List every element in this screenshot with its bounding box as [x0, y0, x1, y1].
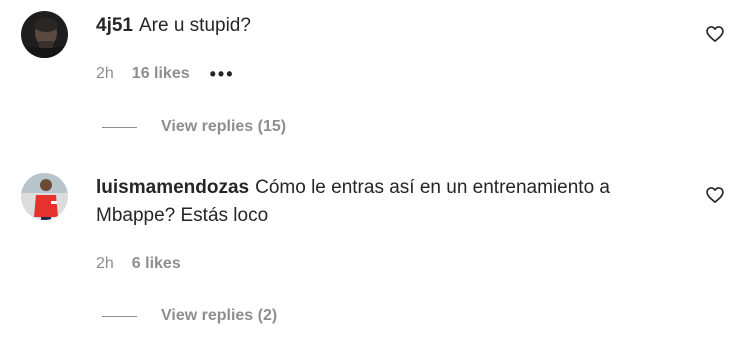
- heart-outline-icon[interactable]: [705, 185, 725, 205]
- avatar[interactable]: [21, 173, 68, 220]
- likes-count[interactable]: 16 likes: [132, 63, 190, 85]
- view-replies-label: View replies (15): [161, 118, 287, 135]
- replies-divider-line: [102, 315, 137, 317]
- comment-meta: 2h 16 likes •••: [96, 63, 235, 85]
- comment-username[interactable]: 4j51: [96, 15, 133, 36]
- replies-divider-line: [102, 126, 137, 128]
- comment-time: 2h: [96, 255, 114, 272]
- view-replies-button[interactable]: View replies (2): [102, 305, 277, 327]
- comment-username[interactable]: luismamendozas: [96, 177, 249, 198]
- comment-time: 2h: [96, 65, 114, 82]
- comment-item: luismamendozas Cómo le entras así en un e…: [0, 150, 742, 360]
- avatar[interactable]: [21, 11, 68, 58]
- comment-body: luismamendozas Cómo le entras así en un e…: [96, 174, 676, 230]
- comment-item: 4j51 Are u stupid? 2h 16 likes ••• View r…: [0, 0, 742, 150]
- likes-count[interactable]: 6 likes: [132, 253, 181, 275]
- comment-text: Are u stupid?: [138, 15, 251, 36]
- view-replies-button[interactable]: View replies (15): [102, 116, 286, 138]
- avatar-image: [21, 11, 68, 58]
- heart-outline-icon[interactable]: [705, 24, 725, 44]
- more-options-icon[interactable]: •••: [210, 63, 235, 85]
- view-replies-label: View replies (2): [161, 307, 278, 324]
- comment-body: 4j51 Are u stupid?: [96, 12, 676, 40]
- avatar-image: [21, 173, 68, 220]
- comment-meta: 2h 6 likes: [96, 253, 201, 275]
